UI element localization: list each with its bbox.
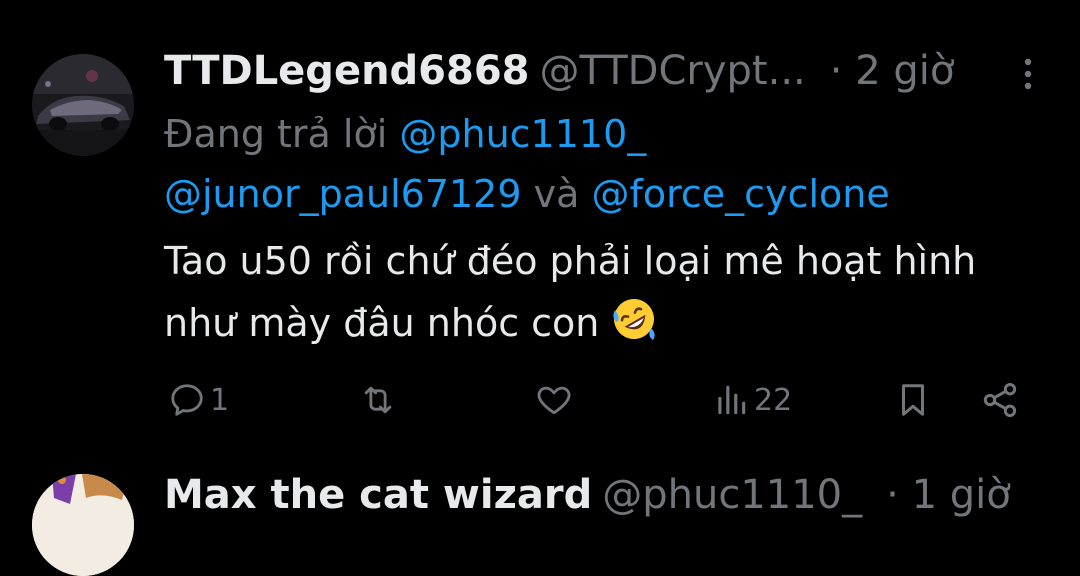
next-timestamp[interactable]: 1 giờ <box>899 472 1011 518</box>
replying-to: Đang trả lời @phuc1110_ @junor_paul67129… <box>164 104 1044 224</box>
mention-link[interactable]: @force_cyclone <box>592 172 890 216</box>
rolling-on-floor-laughing-emoji-icon <box>613 299 656 340</box>
bookmark-button[interactable] <box>894 370 932 430</box>
display-name[interactable]: TTDLegend6868 <box>164 48 530 94</box>
tweet-header: TTDLegend6868 @TTDCrypt... · 2 giờ <box>164 42 1064 100</box>
next-tweet-header: Max the cat wizard @phuc1110_ · 1 giờ <box>164 466 1064 524</box>
tweet-text: Tao u50 rồi chứ đéo phải loại mê hoạt hì… <box>164 230 1044 354</box>
heart-icon <box>537 386 571 415</box>
timestamp[interactable]: 2 giờ <box>842 48 954 94</box>
profile-photo-car-icon <box>32 54 134 156</box>
reply-count: 1 <box>210 382 230 418</box>
share-icon <box>983 383 1017 417</box>
tweet-text-content: Tao u50 rồi chứ đéo phải loại mê hoạt hì… <box>164 239 977 345</box>
next-user-handle[interactable]: @phuc1110_ <box>602 472 862 518</box>
reply-button[interactable]: 1 <box>168 370 229 430</box>
share-button[interactable] <box>980 370 1020 430</box>
reply-conjunction: và <box>533 172 580 216</box>
next-separator-dot: · <box>886 472 899 518</box>
retweet-icon <box>364 386 392 414</box>
reply-icon <box>171 384 203 416</box>
timestamp-text: 2 giờ <box>855 48 955 94</box>
next-timestamp-text: 1 giờ <box>911 472 1011 518</box>
reply-prefix: Đang trả lời <box>164 112 388 156</box>
retweet-button[interactable] <box>358 370 402 430</box>
like-button[interactable] <box>534 370 578 430</box>
bookmark-icon <box>901 384 925 416</box>
user-handle[interactable]: @TTDCrypt... <box>540 48 806 94</box>
views-chart-icon <box>718 385 746 415</box>
separator-dot: · <box>829 48 843 94</box>
anime-avatar-icon <box>32 474 134 576</box>
views-button[interactable]: 22 <box>712 370 792 430</box>
mention-link[interactable]: @junor_paul67129 <box>164 172 522 216</box>
views-count: 22 <box>754 382 793 418</box>
tweet-actions: 1 22 <box>164 370 1044 430</box>
more-options-icon[interactable] <box>1016 56 1040 92</box>
next-avatar[interactable] <box>32 474 134 576</box>
mention-link[interactable]: @phuc1110_ <box>399 112 646 156</box>
next-display-name[interactable]: Max the cat wizard <box>164 472 592 518</box>
avatar[interactable] <box>32 54 134 156</box>
